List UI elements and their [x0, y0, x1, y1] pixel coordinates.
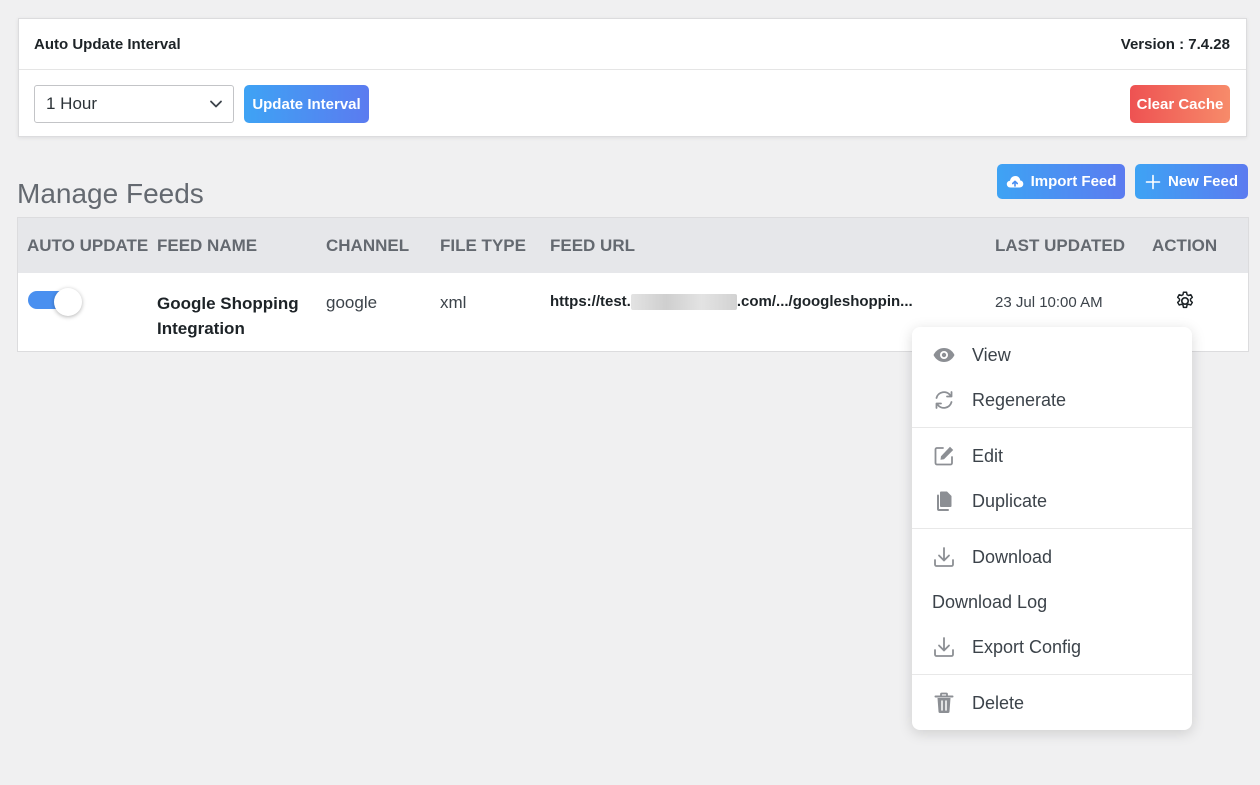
plus-icon — [1145, 174, 1161, 189]
header-auto-update: AUTO UPDATE — [27, 236, 149, 255]
copy-icon — [932, 489, 956, 513]
menu-item-regenerate[interactable]: Regenerate — [912, 380, 1192, 420]
header-feed-name: FEED NAME — [157, 236, 258, 255]
menu-label-delete: Delete — [972, 692, 1025, 713]
version-label: Version : 7.4.28 — [1120, 35, 1230, 53]
gear-icon[interactable] — [1174, 290, 1196, 312]
feed-name[interactable]: Google Shopping Integration — [157, 291, 317, 341]
menu-label-download: Download — [972, 546, 1053, 567]
header-feed-url: FEED URL — [550, 236, 635, 255]
menu-item-download-log[interactable]: Download Log — [912, 582, 1192, 622]
card-body: 1 Hour Update Interval Clear Cache — [19, 70, 1246, 137]
trash-icon — [932, 691, 956, 715]
auto-update-toggle[interactable] — [28, 288, 83, 316]
action-menu: View Regenerate Edit Duplicate Download … — [912, 327, 1192, 730]
menu-label-duplicate: Duplicate — [972, 490, 1048, 511]
menu-item-delete[interactable]: Delete — [912, 683, 1192, 723]
feed-url-prefix: https://test. — [550, 293, 631, 310]
menu-divider — [912, 528, 1192, 529]
menu-divider — [912, 427, 1192, 428]
menu-item-view[interactable]: View — [912, 335, 1192, 375]
feed-last-updated: 23 Jul 10:00 AM — [995, 294, 1103, 311]
menu-label-export-config: Export Config — [972, 636, 1082, 657]
import-feed-label: Import Feed — [1030, 173, 1117, 190]
menu-label-view: View — [972, 344, 1011, 365]
chevron-down-icon — [210, 100, 222, 108]
table-header: AUTO UPDATE FEED NAME CHANNEL FILE TYPE … — [18, 218, 1248, 273]
header-action: ACTION — [1152, 236, 1218, 255]
menu-item-download[interactable]: Download — [912, 537, 1192, 577]
feed-url[interactable]: https://test. .com/.../googleshoppin... — [550, 293, 913, 310]
redacted-url-segment — [630, 293, 737, 310]
card-header: Auto Update Interval Version : 7.4.28 — [19, 19, 1246, 70]
feed-channel: google — [326, 293, 378, 312]
download-icon — [932, 545, 956, 569]
cloud-upload-icon — [1006, 175, 1023, 187]
card-title: Auto Update Interval — [34, 35, 181, 53]
header-last-updated: LAST UPDATED — [995, 236, 1126, 255]
clear-cache-button[interactable]: Clear Cache — [1130, 85, 1230, 123]
page-title: Manage Feeds — [17, 178, 204, 209]
menu-item-export-config[interactable]: Export Config — [912, 627, 1192, 667]
menu-item-edit[interactable]: Edit — [912, 436, 1192, 476]
menu-divider — [912, 674, 1192, 675]
download-icon — [932, 635, 956, 659]
menu-label-regenerate: Regenerate — [972, 389, 1067, 410]
feed-file-type: xml — [440, 293, 467, 312]
menu-item-duplicate[interactable]: Duplicate — [912, 481, 1192, 521]
new-feed-label: New Feed — [1167, 173, 1239, 190]
edit-icon — [932, 444, 956, 468]
toggle-knob — [54, 288, 82, 316]
header-file-type: FILE TYPE — [440, 236, 526, 255]
menu-label-edit: Edit — [972, 445, 1004, 466]
interval-select-value: 1 Hour — [46, 94, 98, 113]
refresh-icon — [932, 388, 956, 412]
new-feed-button[interactable]: New Feed — [1135, 164, 1248, 199]
import-feed-button[interactable]: Import Feed — [997, 164, 1125, 199]
header-channel: CHANNEL — [326, 236, 410, 255]
eye-icon — [932, 343, 956, 367]
auto-update-card: Auto Update Interval Version : 7.4.28 1 … — [18, 18, 1247, 137]
update-interval-button[interactable]: Update Interval — [244, 85, 369, 123]
menu-label-download-log: Download Log — [932, 591, 1048, 612]
interval-select[interactable]: 1 Hour — [34, 85, 234, 123]
feed-url-suffix: .com/.../googleshoppin... — [736, 293, 913, 310]
